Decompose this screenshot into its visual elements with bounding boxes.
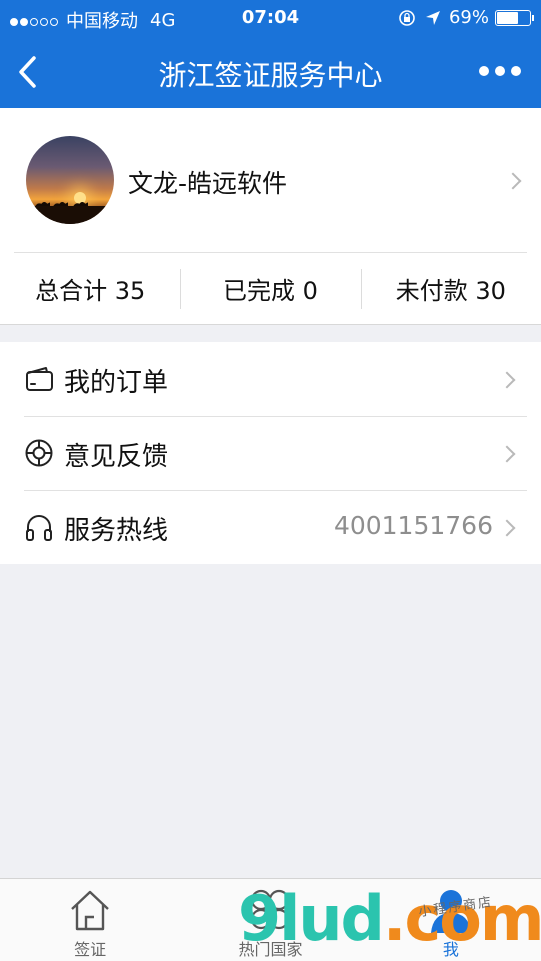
profile-card[interactable]: 文龙-皓远软件 总合计 35 已完成 0 未付款 30 <box>0 108 541 325</box>
tab-label-visa: 签证 <box>74 940 107 959</box>
more-dots-icon[interactable] <box>479 66 521 76</box>
menu-list: 我的订单 意见反馈 服务热线 4001151766 <box>0 342 541 564</box>
tab-visa[interactable]: 签证 <box>0 879 180 961</box>
battery-fill <box>497 11 518 24</box>
home-icon <box>71 890 109 931</box>
nav-bar: 浙江签证服务中心 <box>0 36 541 108</box>
stat-completed[interactable]: 已完成 0 <box>180 253 360 323</box>
avatar[interactable] <box>26 136 114 224</box>
status-bar: 中国移动 4G 07:04 69% <box>0 0 541 36</box>
menu-item-hotline[interactable]: 服务热线 4001151766 <box>0 490 541 564</box>
hotline-number[interactable]: 4001151766 <box>334 511 493 540</box>
avatar-ground <box>26 206 114 224</box>
order-stats: 总合计 35 已完成 0 未付款 30 <box>0 253 541 323</box>
menu-item-orders[interactable]: 我的订单 <box>0 342 541 416</box>
menu-label-orders: 我的订单 <box>64 368 169 398</box>
rotation-lock-icon <box>399 9 415 26</box>
chevron-right-icon <box>498 371 516 389</box>
page-title: 浙江签证服务中心 <box>158 59 383 92</box>
chevron-right-icon <box>498 519 516 537</box>
headphones-icon <box>26 515 52 541</box>
stat-total[interactable]: 总合计 35 <box>0 253 180 323</box>
stat-unpaid[interactable]: 未付款 30 <box>360 253 541 323</box>
chevron-right-icon <box>498 445 516 463</box>
status-right: 69% <box>397 7 534 28</box>
menu-label-hotline: 服务热线 <box>64 516 169 546</box>
battery-percent: 69% <box>448 7 489 28</box>
wallet-icon <box>26 367 53 391</box>
menu-item-feedback[interactable]: 意见反馈 <box>0 416 541 490</box>
battery-icon <box>495 9 534 26</box>
location-arrow-icon <box>425 10 440 25</box>
profile-chevron-right-icon <box>504 172 522 190</box>
lifebuoy-icon <box>25 439 53 467</box>
profile-name: 文龙-皓远软件 <box>128 169 288 198</box>
watermark-logo: 9lud.com <box>238 882 541 955</box>
menu-label-feedback: 意见反馈 <box>64 442 169 472</box>
